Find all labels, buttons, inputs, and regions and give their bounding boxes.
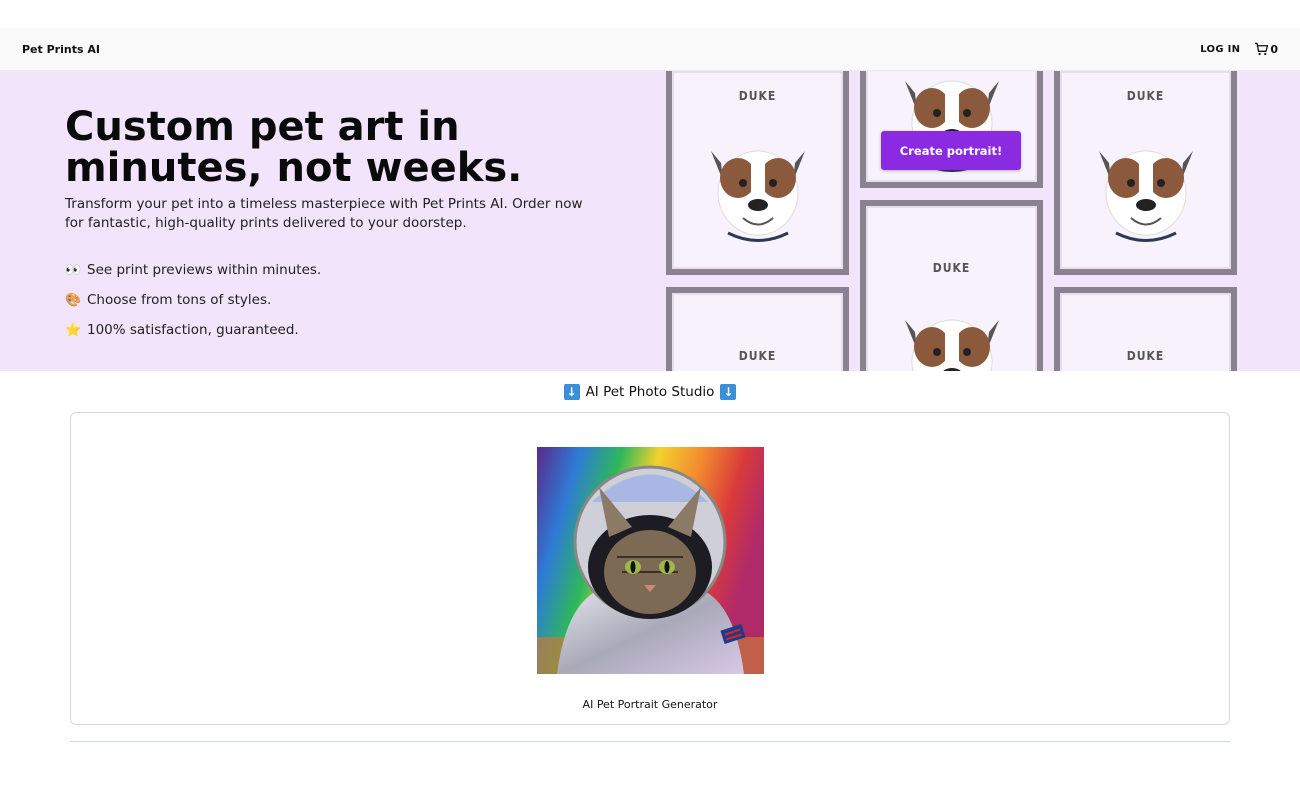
portrait-frame-grid: DUKE DUKE DUKE DUKE DUKE (666, 71, 1246, 371)
feature-item: 🎨 Choose from tons of styles. (65, 285, 605, 315)
studio-heading-text: AI Pet Photo Studio (585, 384, 715, 400)
create-portrait-button[interactable]: Create portrait! (881, 131, 1021, 170)
arrow-down-icon: ↓ (720, 384, 737, 400)
nav-actions: LOG IN 0 (1200, 42, 1278, 56)
frame-label: DUKE (738, 349, 777, 363)
feature-list: 👀 See print previews within minutes. 🎨 C… (65, 255, 605, 345)
hero-text: Custom pet art in minutes, not weeks. Tr… (65, 107, 605, 345)
hero-section: Custom pet art in minutes, not weeks. Tr… (0, 71, 1300, 371)
eyes-icon: 👀 (65, 262, 82, 278)
bulldog-illustration (904, 319, 999, 371)
brand-logo[interactable]: Pet Prints AI (22, 43, 100, 56)
studio-heading: ↓ AI Pet Photo Studio ↓ (0, 384, 1300, 400)
frame-label: DUKE (1126, 349, 1165, 363)
feature-text: 100% satisfaction, guaranteed. (87, 322, 299, 338)
portrait-frame: DUKE (666, 287, 849, 371)
portrait-frame: DUKE (666, 71, 849, 275)
cart-icon (1255, 42, 1269, 56)
studio-card[interactable]: AI Pet Portrait Generator (70, 412, 1230, 725)
feature-item: ⭐ 100% satisfaction, guaranteed. (65, 315, 605, 345)
star-icon: ⭐ (65, 322, 82, 338)
cart-button[interactable]: 0 (1254, 42, 1278, 56)
bulldog-illustration (1098, 150, 1193, 242)
arrow-down-icon: ↓ (563, 384, 580, 400)
cart-count: 0 (1270, 42, 1278, 56)
feature-item: 👀 See print previews within minutes. (65, 255, 605, 285)
feature-text: Choose from tons of styles. (87, 292, 272, 308)
portrait-frame: DUKE (1054, 287, 1237, 371)
palette-icon: 🎨 (65, 292, 82, 308)
hero-subtitle: Transform your pet into a timeless maste… (65, 196, 583, 231)
feature-text: See print previews within minutes. (87, 262, 322, 278)
hero-title: Custom pet art in minutes, not weeks. (65, 104, 523, 191)
login-link[interactable]: LOG IN (1200, 44, 1240, 55)
portrait-frame (860, 71, 1043, 188)
astronaut-cat-image[interactable] (537, 447, 764, 674)
section-divider (70, 741, 1230, 742)
top-spacer (0, 0, 1300, 28)
portrait-frame: DUKE (860, 200, 1043, 371)
frame-label: DUKE (932, 261, 971, 275)
frame-label: DUKE (1126, 89, 1165, 103)
card-caption: AI Pet Portrait Generator (582, 698, 718, 711)
portrait-frame: DUKE (1054, 71, 1237, 275)
frame-label: DUKE (738, 89, 777, 103)
bulldog-illustration (710, 150, 805, 242)
navbar: Pet Prints AI LOG IN 0 (0, 28, 1300, 71)
